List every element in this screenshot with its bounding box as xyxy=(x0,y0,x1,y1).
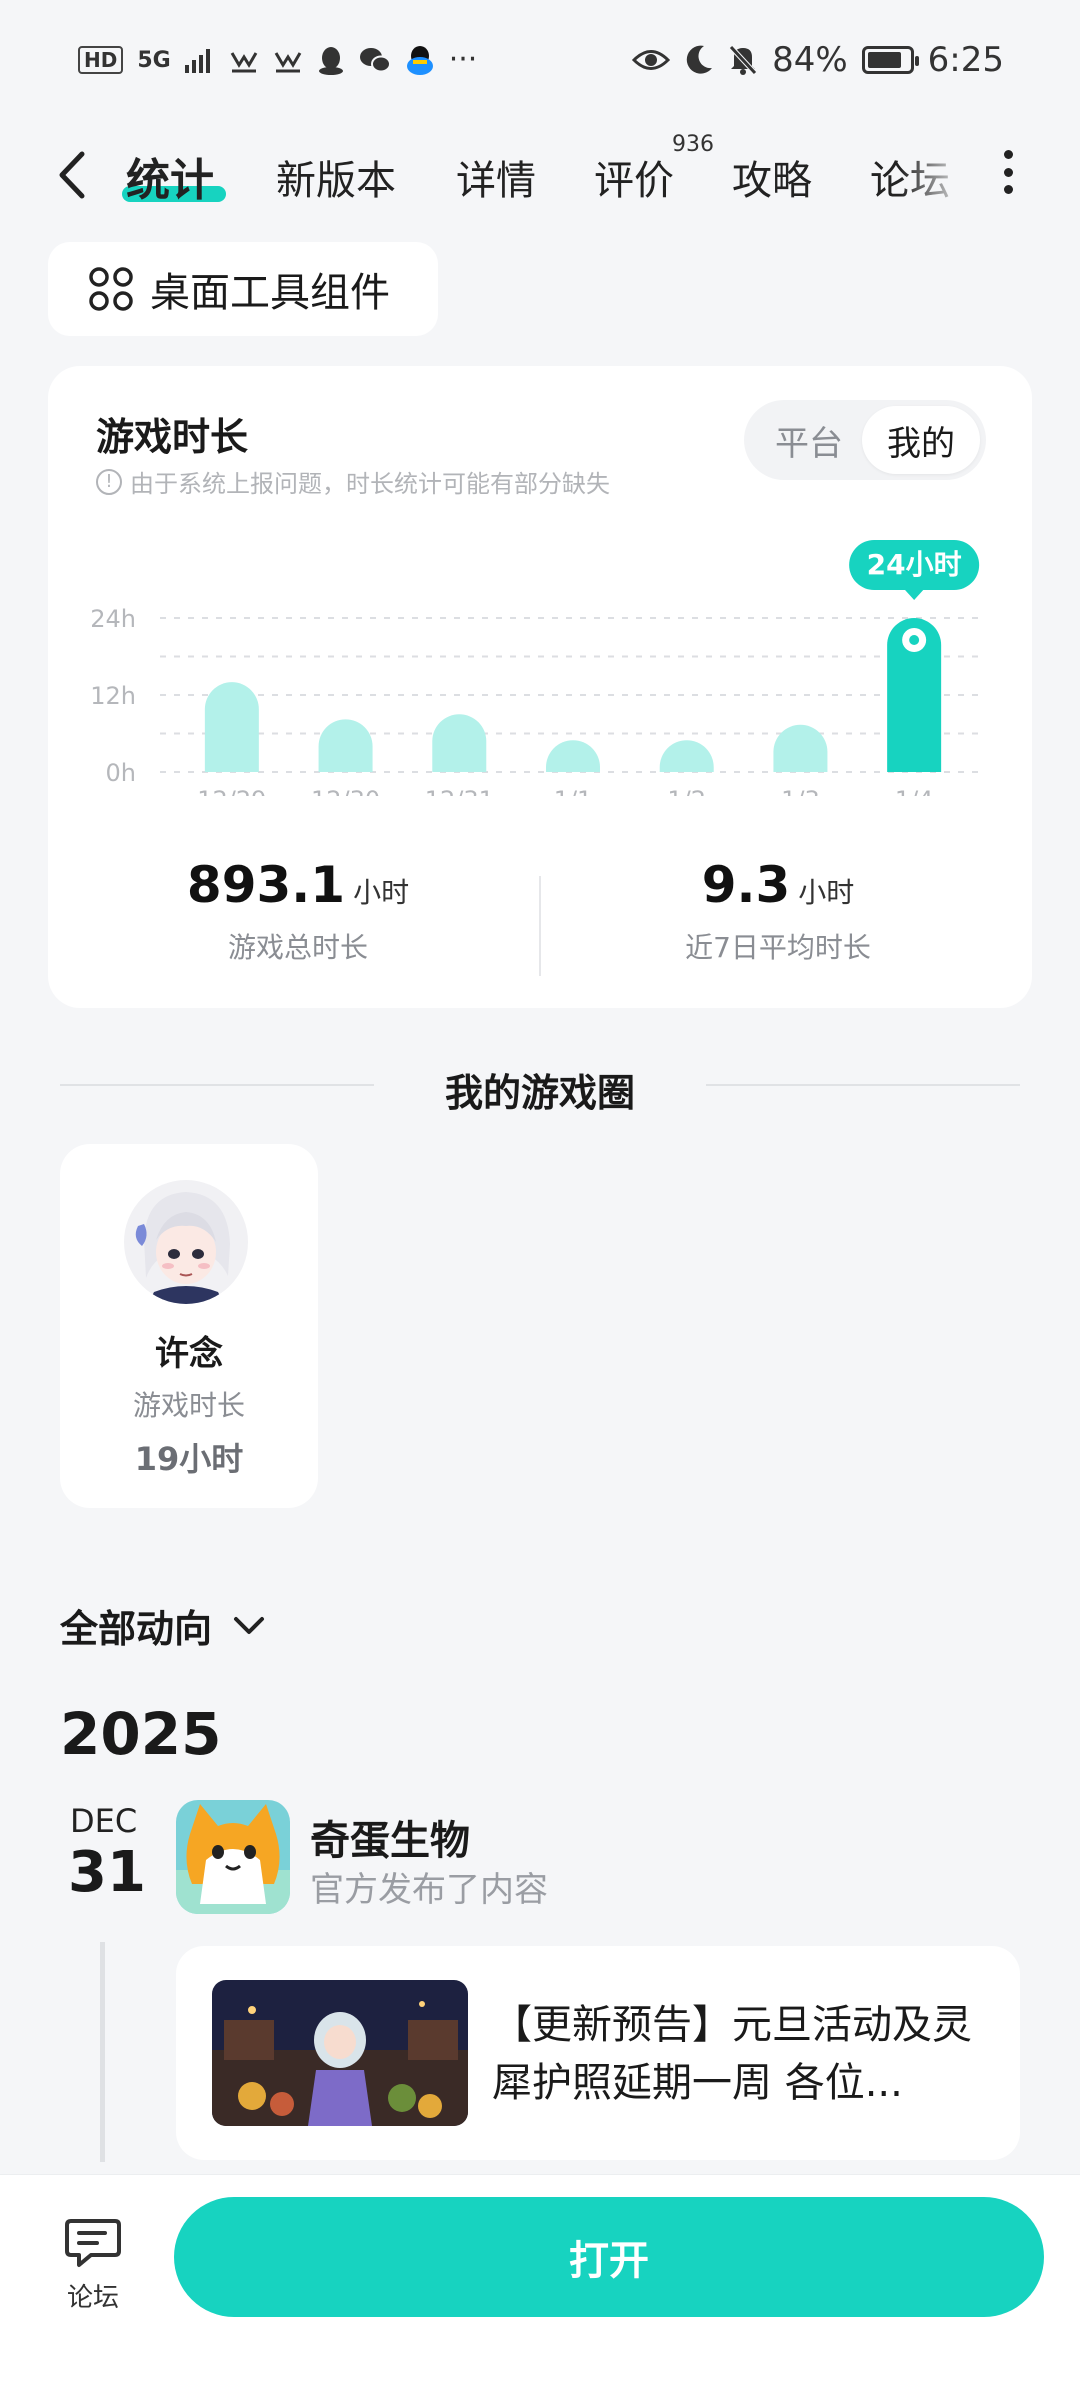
tab-guides[interactable]: 攻略 xyxy=(732,148,812,206)
info-icon: ! xyxy=(96,468,122,495)
qq-icon xyxy=(318,47,343,75)
bar xyxy=(432,714,487,772)
feed-day: 31 xyxy=(68,1840,146,1905)
x-tick-label: 1/2 xyxy=(667,786,706,796)
average-time-value: 9.3 xyxy=(701,856,791,914)
total-time-value: 893.1 xyxy=(186,856,346,914)
forum-button[interactable]: 论坛 xyxy=(48,2215,138,2335)
mute-bell-icon xyxy=(729,45,757,75)
app-notification-icon xyxy=(230,52,258,73)
average-time-metric: 9.3 小时 近7日平均时长 xyxy=(548,856,1008,966)
friend-name: 许念 xyxy=(155,1334,223,1374)
feed-game-name[interactable]: 奇蛋生物 xyxy=(310,1808,470,1866)
friend-time-value: 19小时 xyxy=(134,1440,244,1478)
highlight-dot-center xyxy=(909,635,920,645)
status-icons-right: 84% 6:25 xyxy=(632,40,1004,80)
play-time-title: 游戏时长 xyxy=(96,415,249,459)
play-time-chart: 24h 12h 0h 12/29 12/30 12/31 1/1 1/2 1/3 1/4 24小时 xyxy=(90,540,986,796)
tab-overflow-fade xyxy=(900,140,970,210)
forum-chat-icon xyxy=(65,2219,121,2267)
open-button[interactable]: 打开 xyxy=(174,2197,1044,2317)
game-app-icon[interactable] xyxy=(176,1800,290,1914)
feed-filter-label: 全部动向 xyxy=(60,1607,213,1651)
post-thumbnail xyxy=(212,1980,468,2126)
play-time-note-text: 由于系统上报问题，时长统计可能有部分缺失 xyxy=(130,470,610,498)
hd-indicator: HD xyxy=(78,46,124,74)
bar xyxy=(318,719,373,772)
more-options-icon[interactable] xyxy=(1002,150,1014,194)
qq-color-icon xyxy=(406,46,433,75)
bar xyxy=(204,682,259,772)
feed-game-subtitle: 官方发布了内容 xyxy=(310,1870,548,1910)
battery-level xyxy=(867,52,902,68)
feed-year: 2025 xyxy=(60,1700,222,1768)
bar xyxy=(773,724,828,772)
tab-new-version[interactable]: 新版本 xyxy=(276,148,396,206)
play-time-card: 游戏时长 ! 由于系统上报问题，时长统计可能有部分缺失 平台 我的 24h 12h… xyxy=(48,366,1032,1008)
wechat-icon xyxy=(359,48,391,73)
game-circle-title: 我的游戏圈 xyxy=(444,1071,635,1115)
chevron-down-icon xyxy=(234,1616,265,1634)
y-tick-label: 24h xyxy=(90,605,136,633)
moon-icon xyxy=(686,45,713,74)
widget-grid-icon xyxy=(89,267,133,311)
clock: 6:25 xyxy=(927,40,1004,80)
tab-reviews[interactable]: 评价 xyxy=(594,148,674,206)
total-time-metric: 893.1 小时 游戏总时长 xyxy=(68,856,528,966)
signal-icon xyxy=(184,49,210,73)
friend-card[interactable]: 许念 游戏时长 19小时 xyxy=(60,1144,318,1508)
desktop-widget-button[interactable]: 桌面工具组件 xyxy=(48,242,438,336)
network-indicator: 5G xyxy=(137,47,171,73)
battery-icon xyxy=(861,46,919,74)
more-notifications-icon: ··· xyxy=(448,42,478,77)
y-tick-label: 0h xyxy=(106,759,136,787)
eye-icon xyxy=(632,50,671,70)
x-tick-label: 1/1 xyxy=(554,786,593,796)
total-time-caption: 游戏总时长 xyxy=(227,931,368,964)
desktop-widget-label: 桌面工具组件 xyxy=(150,270,390,316)
play-time-note: ! 由于系统上报问题，时长统计可能有部分缺失 xyxy=(96,464,610,499)
toggle-platform[interactable]: 平台 xyxy=(750,406,868,474)
x-tick-label: 1/3 xyxy=(781,786,820,796)
post-title: 【更新预告】元旦活动及灵犀护照延期一周 各位... xyxy=(492,2002,972,2106)
bottom-action-bar: 论坛 打开 xyxy=(0,2174,1080,2388)
x-tick-label: 1/4 xyxy=(895,786,934,796)
status-icons-left: HD 5G ··· xyxy=(78,44,477,76)
source-toggle: 平台 我的 xyxy=(744,400,986,480)
forum-label: 论坛 xyxy=(66,2283,119,2313)
average-time-unit: 小时 xyxy=(798,876,855,909)
feed-filter-dropdown[interactable]: 全部动向 xyxy=(60,1598,266,1653)
feed-month: DEC xyxy=(70,1802,138,1840)
friend-time-caption: 游戏时长 xyxy=(132,1389,245,1422)
back-arrow-icon[interactable] xyxy=(52,150,92,200)
tab-details[interactable]: 详情 xyxy=(456,148,536,206)
toggle-mine[interactable]: 我的 xyxy=(862,406,980,474)
x-tick-label: 12/31 xyxy=(425,786,494,796)
highlight-tooltip-pointer xyxy=(904,589,925,600)
metric-divider xyxy=(539,876,541,976)
highlight-tooltip-label: 24小时 xyxy=(867,548,962,581)
timeline-line xyxy=(100,1942,105,2162)
status-bar: HD 5G ··· 84% 6:25 xyxy=(0,0,1080,120)
reviews-count-badge: 936 xyxy=(672,132,714,157)
bar xyxy=(546,740,600,772)
y-tick-label: 12h xyxy=(90,682,136,710)
post-card[interactable]: 【更新预告】元旦活动及灵犀护照延期一周 各位... xyxy=(176,1946,1020,2160)
section-divider-right xyxy=(706,1084,1020,1086)
average-time-caption: 近7日平均时长 xyxy=(685,931,871,964)
battery-percent: 84% xyxy=(772,40,848,80)
app-notification-icon xyxy=(274,52,302,73)
friend-avatar xyxy=(124,1180,248,1304)
tab-stats[interactable]: 统计 xyxy=(126,144,214,208)
x-tick-label: 12/29 xyxy=(197,786,266,796)
x-tick-label: 12/30 xyxy=(311,786,380,796)
total-time-unit: 小时 xyxy=(353,876,410,909)
bar xyxy=(659,740,714,772)
